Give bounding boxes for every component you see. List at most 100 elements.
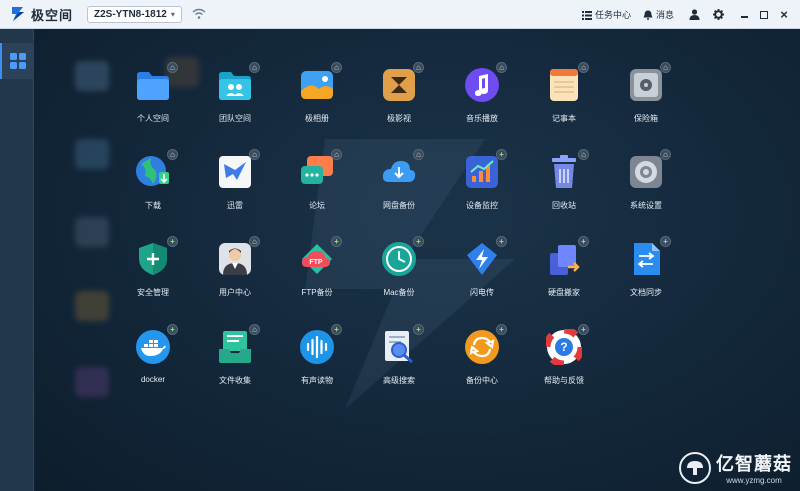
share-badge-icon[interactable]: ⌂ (331, 149, 342, 160)
app-label: 有声读物 (301, 376, 333, 385)
add-badge-icon[interactable]: + (413, 236, 424, 247)
app-disk-move[interactable]: + 硬盘搬家 (529, 236, 599, 298)
app-docker[interactable]: + docker (118, 324, 188, 384)
add-badge-icon[interactable]: + (578, 324, 589, 335)
app-ftp-cloud[interactable]: FTP + FTP备份 (282, 236, 352, 298)
share-badge-icon[interactable]: ⌂ (578, 149, 589, 160)
share-badge-icon[interactable]: ⌂ (578, 62, 589, 73)
app-label: 设备监控 (466, 201, 498, 210)
chevron-down-icon: ▾ (170, 9, 175, 19)
app-backup-center[interactable]: + 备份中心 (447, 324, 517, 386)
shield-icon: + (135, 236, 178, 277)
background-blur (75, 291, 109, 321)
app-doc-sync[interactable]: + 文档同步 (611, 236, 681, 298)
share-badge-icon[interactable]: ⌂ (249, 324, 260, 335)
app-label: 保险箱 (634, 114, 658, 123)
sidebar-item-apps[interactable] (0, 43, 34, 79)
settings-icon: ⌂ (628, 149, 671, 190)
app-label: 硬盘搬家 (548, 288, 580, 297)
video-icon: ⌂ (381, 62, 424, 103)
close-button[interactable]: × (776, 7, 792, 23)
add-badge-icon[interactable]: + (660, 236, 671, 247)
app-label: 高级搜索 (383, 376, 415, 385)
app-advanced-search[interactable]: + 高级搜索 (364, 324, 434, 386)
disk-move-icon: + (546, 236, 589, 277)
share-badge-icon[interactable]: ⌂ (249, 149, 260, 160)
title-bar: 极空间 Z2S-YTN8-1812 ▾ 任务中心 消息 × (0, 0, 800, 29)
sidebar (0, 29, 34, 491)
app-label: 安全管理 (137, 288, 169, 297)
app-label: 记事本 (552, 114, 576, 123)
background-blur (75, 139, 109, 169)
app-forum[interactable]: ⌂ 论坛 (282, 149, 352, 211)
ftp-cloud-icon: FTP + (299, 236, 342, 277)
app-label: 闪电传 (470, 288, 494, 297)
app-help[interactable]: ? + 帮助与反馈 (529, 324, 599, 386)
top-actions: 任务中心 消息 × (581, 0, 800, 29)
app-monitor-chart[interactable]: + 设备监控 (447, 149, 517, 211)
share-badge-icon[interactable]: ⌂ (660, 62, 671, 73)
app-cloud-backup[interactable]: ⌂ 网盘备份 (364, 149, 434, 211)
app-label: 帮助与反馈 (544, 376, 584, 385)
app-notepad[interactable]: ⌂ 记事本 (529, 62, 599, 124)
doc-sync-icon: + (628, 236, 671, 277)
share-badge-icon[interactable]: ⌂ (249, 62, 260, 73)
app-label: 文档同步 (630, 288, 662, 297)
share-badge-icon[interactable]: ⌂ (413, 149, 424, 160)
app-settings[interactable]: ⌂ 系统设置 (611, 149, 681, 211)
app-download-globe[interactable]: ⌂ 下载 (118, 149, 188, 211)
app-label: FTP备份 (301, 288, 333, 297)
share-badge-icon[interactable]: ⌂ (496, 62, 507, 73)
add-badge-icon[interactable]: + (578, 236, 589, 247)
app-audiobook[interactable]: + 有声读物 (282, 324, 352, 386)
add-badge-icon[interactable]: + (413, 324, 424, 335)
device-select[interactable]: Z2S-YTN8-1812 ▾ (87, 5, 182, 23)
share-badge-icon[interactable]: ⌂ (331, 62, 342, 73)
watermark-url: www.yzmg.com (726, 476, 782, 485)
task-center-label: 任务中心 (594, 10, 631, 20)
add-badge-icon[interactable]: + (331, 236, 342, 247)
add-badge-icon[interactable]: + (496, 149, 507, 160)
app-label: 音乐播放 (466, 114, 498, 123)
maximize-button[interactable] (756, 7, 772, 23)
grid-apps-icon (10, 53, 26, 69)
add-badge-icon[interactable]: + (331, 324, 342, 335)
app-lightning[interactable]: + 闪电传 (447, 236, 517, 298)
app-label: 个人空间 (137, 114, 169, 123)
maximize-icon (760, 10, 768, 19)
download-globe-icon: ⌂ (135, 149, 178, 190)
safe-icon: ⌂ (628, 62, 671, 103)
share-badge-icon[interactable]: ⌂ (660, 149, 671, 160)
share-badge-icon[interactable]: ⌂ (249, 236, 260, 247)
task-center-button[interactable]: 任务中心 (581, 8, 631, 21)
app-video[interactable]: ⌂ 极影视 (364, 62, 434, 124)
share-badge-icon[interactable]: ⌂ (167, 62, 178, 73)
user-button[interactable] (686, 7, 702, 23)
app-photo-album[interactable]: ⌂ 极相册 (282, 62, 352, 124)
add-badge-icon[interactable]: + (167, 236, 178, 247)
share-badge-icon[interactable]: ⌂ (167, 149, 178, 160)
add-badge-icon[interactable]: + (496, 236, 507, 247)
app-team-folder[interactable]: ⌂ 团队空间 (200, 62, 270, 124)
app-shield[interactable]: + 安全管理 (118, 236, 188, 298)
app-file-collect[interactable]: ⌂ 文件收集 (200, 324, 270, 386)
app-trash[interactable]: ⌂ 回收站 (529, 149, 599, 211)
settings-button[interactable] (710, 7, 726, 23)
messages-button[interactable]: 消息 (643, 8, 674, 21)
add-badge-icon[interactable]: + (496, 324, 507, 335)
close-icon: × (780, 7, 788, 22)
app-user[interactable]: ⌂ 用户中心 (200, 236, 270, 298)
app-label: 迅雷 (227, 201, 243, 210)
app-thunder[interactable]: ⌂ 迅雷 (200, 149, 270, 211)
add-badge-icon[interactable]: + (167, 324, 178, 335)
minimize-button[interactable] (736, 7, 752, 23)
app-time-machine[interactable]: + Mac备份 (364, 236, 434, 298)
app-music[interactable]: ⌂ 音乐播放 (447, 62, 517, 124)
app-safe[interactable]: ⌂ 保险箱 (611, 62, 681, 124)
app-folder[interactable]: ⌂ 个人空间 (118, 62, 188, 124)
app-label: 论坛 (309, 201, 325, 210)
share-badge-icon[interactable]: ⌂ (413, 62, 424, 73)
task-list-icon (581, 10, 592, 20)
app-label: docker (140, 375, 165, 384)
background-blur (75, 217, 109, 247)
